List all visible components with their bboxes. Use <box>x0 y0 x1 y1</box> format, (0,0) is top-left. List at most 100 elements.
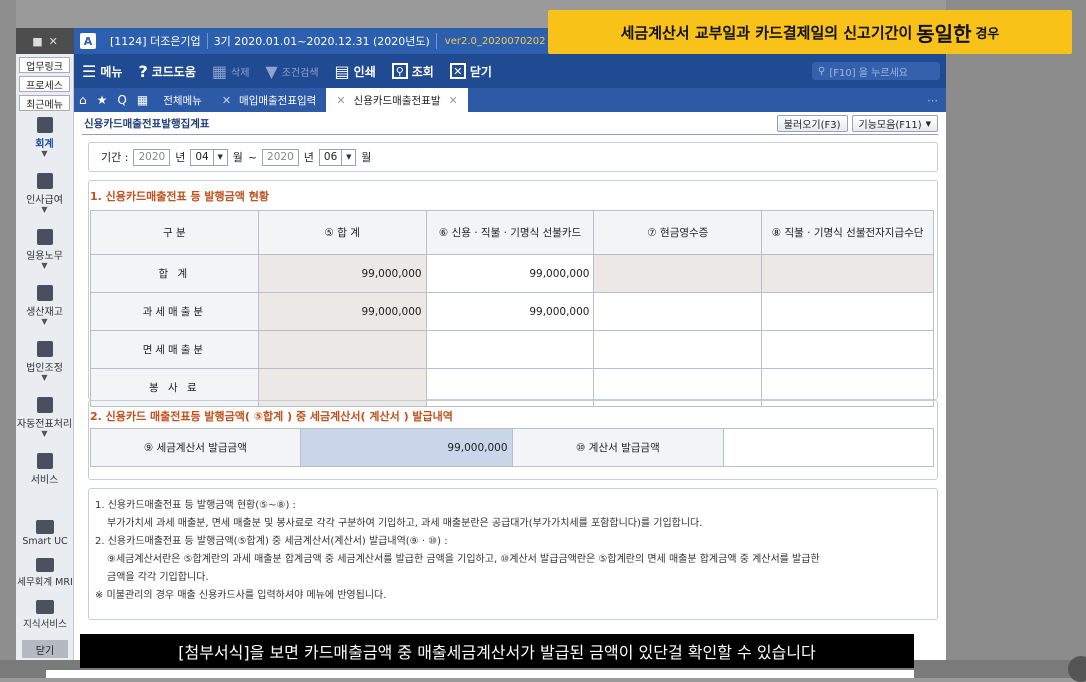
close-icon[interactable]: ✕ <box>449 94 458 107</box>
total-cell: 99,000,000 <box>257 254 427 293</box>
filter-button[interactable]: ▼ 조건검색 <box>257 62 326 81</box>
code-help-label: 코드도움 <box>151 64 196 79</box>
video-subtitle: [첨부서식]을 보면 카드매출금액 중 매출세금계산서가 발급된 금액이 있단걸… <box>80 634 914 668</box>
grid-icon[interactable]: ▦ <box>132 93 153 107</box>
chevron-down-icon: ▼ <box>41 205 48 214</box>
close-icon[interactable]: ✕ <box>336 94 345 107</box>
table-row: ⑨ 세금계산서 발급금액 99,000,000 ⑩ 계산서 발급금액 <box>90 428 934 467</box>
chevron-down-icon[interactable]: ▼ <box>213 148 228 166</box>
delete-label: 삭제 <box>231 67 250 79</box>
section-2-title: 2. 신용카드 매출전표등 발행금액( ⑤합계 ) 중 세금계산서( 계산서 )… <box>90 410 453 423</box>
row-label: 합 계 <box>90 254 259 293</box>
card-cell[interactable]: 99,000,000 <box>425 254 595 293</box>
chevron-down-icon[interactable]: ▼ <box>342 148 357 166</box>
tab-label: 신용카드매출전표발 <box>353 94 441 107</box>
function-collection-button[interactable]: 기능모음(F11) ▼ <box>851 115 938 132</box>
tab-card-sales-slip[interactable]: ✕ 신용카드매출전표발 ✕ <box>326 88 468 112</box>
app-logo: A <box>80 33 96 49</box>
sidebar-item-knowledge[interactable]: 지식서비스 <box>16 600 74 630</box>
to-year-field[interactable]: 2020 <box>262 148 299 166</box>
question-icon: ? <box>138 61 148 81</box>
cash-receipt-cell[interactable] <box>593 254 763 293</box>
close-icon[interactable]: ✕ <box>49 35 58 48</box>
card-cell[interactable]: 99,000,000 <box>425 292 595 331</box>
monitor-icon <box>36 453 53 469</box>
sidebar-item-label: 회계 <box>35 139 54 150</box>
sidebar-item-label: 생산재고 <box>26 307 63 318</box>
menu-button[interactable]: ☰ 메뉴 <box>74 62 130 81</box>
menu-label: 메뉴 <box>100 64 123 79</box>
sidebar-item-payroll[interactable]: 인사급여 ▼ <box>16 173 73 223</box>
sidebar-item-label: 세무회계 MRI <box>17 577 73 588</box>
to-month-select[interactable]: 06 ▼ <box>318 148 357 166</box>
period-separator: ~ <box>247 150 258 164</box>
form-content: 신용카드매출전표발행집계표 불러오기(F3) 기능모음(F11) ▼ 기간 : … <box>74 112 946 660</box>
sidebar-item-label: Smart UC <box>22 536 68 547</box>
sidebar-item-label: 지식서비스 <box>23 619 67 630</box>
tax-invoice-amount[interactable]: 99,000,000 <box>299 428 513 467</box>
recent-menu-button[interactable]: 최근메뉴 <box>19 95 70 111</box>
total-cell: 99,000,000 <box>257 292 427 331</box>
chevron-down-icon: ▼ <box>41 429 48 438</box>
invoice-amount[interactable] <box>723 428 934 467</box>
delete-button[interactable]: ▦ 삭제 <box>204 62 258 81</box>
sidebar-item-label: 일용노무 <box>26 251 63 262</box>
sidebar-item-auto-voucher[interactable]: 자동전표처리 ▼ <box>16 397 73 447</box>
note-line: ※ 미불관리의 경우 매출 신용카드사를 입력하셔야 메뉴에 반영됩니다. <box>95 590 387 601</box>
star-icon[interactable]: ★ <box>92 93 113 107</box>
year-unit: 년 <box>175 151 186 164</box>
print-button[interactable]: ▤ 인쇄 <box>327 62 384 81</box>
period-label: 기간 : <box>101 151 129 164</box>
window-controls[interactable]: ■ ✕ <box>16 28 74 54</box>
view-button[interactable]: ⚲ 조회 <box>384 63 442 80</box>
code-help-button[interactable]: ? 코드도움 <box>130 62 203 81</box>
main-toolbar: ☰ 메뉴 ? 코드도움 ▦ 삭제 ▼ 조건검색 ▤ 인쇄 ⚲ 조회 ✕ 닫기 ⚲… <box>74 54 946 88</box>
sidebar-item-accounting[interactable]: 회계 ▼ <box>16 117 73 167</box>
tax-invoice-label: ⑨ 세금계산서 발급금액 <box>90 428 301 467</box>
load-button[interactable]: 불러오기(F3) <box>776 115 848 132</box>
sidebar-close-button[interactable]: 닫기 <box>22 640 68 658</box>
sidebar-item-inventory[interactable]: 생산재고 ▼ <box>16 285 73 335</box>
lock-icon[interactable]: ■ <box>32 35 42 48</box>
sidebar-item-label: 인사급여 <box>26 195 63 206</box>
chevron-down-icon: ▼ <box>41 373 48 382</box>
book-icon <box>36 600 54 614</box>
search-icon[interactable]: Q <box>112 93 131 107</box>
quick-link-button[interactable]: 업무링크 <box>19 57 70 73</box>
close-form-button[interactable]: ✕ 닫기 <box>442 63 500 80</box>
sidebar-item-corp-adjust[interactable]: 법인조정 ▼ <box>16 341 73 391</box>
sidebar-item-tax-mri[interactable]: 세무회계 MRI <box>16 558 74 588</box>
company-name: [1124] 더조은기업 <box>104 33 208 49</box>
note-line: 1. 신용카드매출전표 등 발행금액 현황(⑤~⑧) : <box>95 500 296 511</box>
sidebar-item-service[interactable]: 서비스 <box>16 453 73 503</box>
more-icon[interactable]: ⋯ <box>927 94 938 107</box>
chevron-down-icon: ▼ <box>41 317 48 326</box>
month-unit: 월 <box>361 151 372 164</box>
table-row: 면세매출분 <box>90 330 934 369</box>
tab-all-menu[interactable]: 전체메뉴 <box>153 88 212 112</box>
tab-purchase-sales-entry[interactable]: ✕ 매입매출전표입력 <box>212 88 327 112</box>
app-version: ver2.0_2020070202 <box>444 35 546 47</box>
e-payment-cell[interactable] <box>761 292 934 331</box>
sidebar-item-daily-labor[interactable]: 일용노무 ▼ <box>16 229 73 279</box>
process-button[interactable]: 프로세스 <box>19 76 70 92</box>
warehouse-icon <box>36 285 53 301</box>
cash-receipt-cell[interactable] <box>593 292 763 331</box>
from-month-select[interactable]: 04 ▼ <box>190 148 228 166</box>
tab-label: 전체메뉴 <box>163 94 202 107</box>
home-icon[interactable]: ⌂ <box>74 93 92 107</box>
e-payment-cell[interactable] <box>761 254 934 293</box>
close-icon[interactable]: ✕ <box>222 94 231 107</box>
card-cell[interactable] <box>425 330 595 369</box>
filter-label: 조건검색 <box>281 67 319 79</box>
e-payment-cell[interactable] <box>761 330 934 369</box>
trash-icon: ▦ <box>211 61 228 81</box>
note-line: ⑨세금계산서란은 ⑤합계란의 과세 매출분 합계금액 중 세금계산서를 발급한 … <box>107 554 820 565</box>
close-icon: ✕ <box>449 63 466 79</box>
from-year-field[interactable]: 2020 <box>133 148 171 166</box>
sidebar-item-smart-uc[interactable]: Smart UC <box>16 520 74 547</box>
uc-icon <box>36 520 54 534</box>
cash-receipt-cell[interactable] <box>593 330 763 369</box>
menu-search-input[interactable]: ⚲ [F10] 을 누르세요 <box>812 62 940 80</box>
period-filter: 기간 : 2020 년 04 ▼ 월 ~ 2020 년 06 ▼ 월 <box>88 142 938 172</box>
